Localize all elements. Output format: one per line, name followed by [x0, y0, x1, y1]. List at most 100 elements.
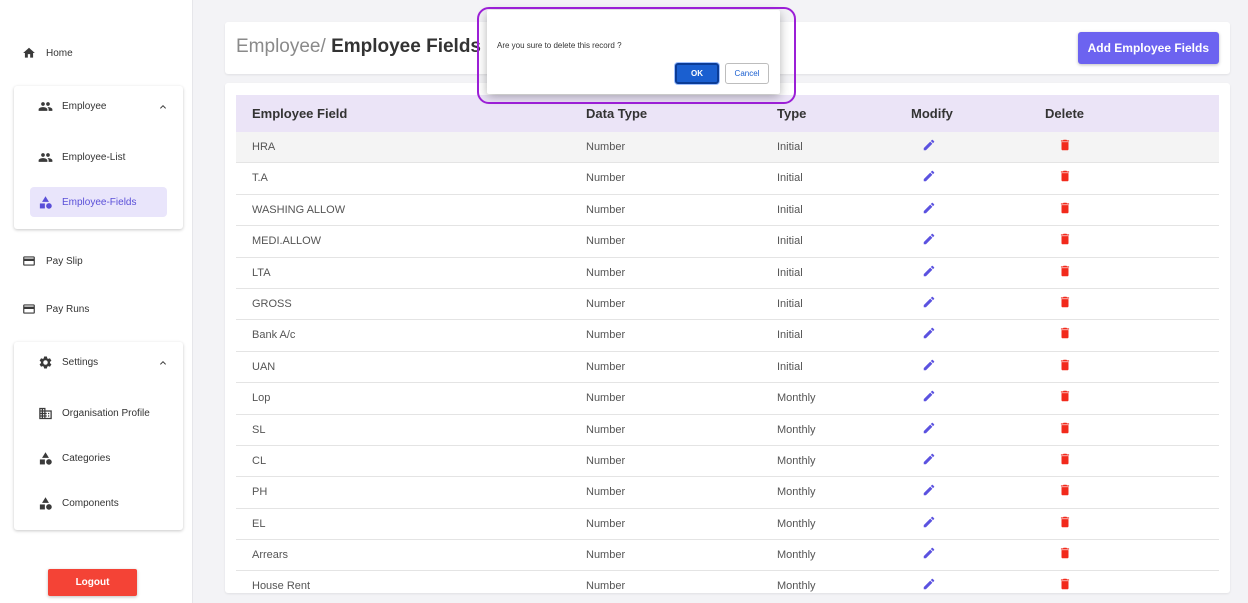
- pencil-icon[interactable]: [922, 201, 938, 217]
- gear-icon: [39, 356, 52, 369]
- table-row: PH Number Monthly: [236, 477, 1219, 509]
- trash-icon[interactable]: [1058, 546, 1074, 562]
- table-row: Bank A/c Number Initial: [236, 320, 1219, 352]
- cell-data-type: Number: [586, 454, 626, 467]
- table-row: CL Number Monthly: [236, 446, 1219, 478]
- pencil-icon[interactable]: [922, 483, 938, 499]
- cell-type: Initial: [777, 235, 803, 248]
- trash-icon[interactable]: [1058, 232, 1074, 248]
- table-row: WASHING ALLOW Number Initial: [236, 195, 1219, 227]
- pencil-icon[interactable]: [922, 389, 938, 405]
- trash-icon[interactable]: [1058, 295, 1074, 311]
- ok-button[interactable]: OK: [675, 63, 719, 84]
- logout-button[interactable]: Logout: [48, 569, 137, 596]
- cell-type: Initial: [777, 141, 803, 153]
- trash-icon[interactable]: [1058, 358, 1074, 374]
- trash-icon[interactable]: [1058, 577, 1074, 593]
- settings-group: Settings Organisation Profile Categories…: [14, 342, 183, 530]
- cell-type: Initial: [777, 203, 803, 216]
- trash-icon[interactable]: [1058, 515, 1074, 531]
- pencil-icon[interactable]: [922, 138, 938, 154]
- trash-icon[interactable]: [1058, 201, 1074, 217]
- sidebar: Home Employee Employee-List Employee-Fie…: [0, 0, 193, 603]
- cell-type: Monthly: [777, 423, 816, 436]
- table-row: House Rent Number Monthly: [236, 571, 1219, 593]
- pencil-icon[interactable]: [922, 546, 938, 562]
- cell-type: Monthly: [777, 517, 816, 530]
- trash-icon[interactable]: [1058, 483, 1074, 499]
- cancel-button[interactable]: Cancel: [725, 63, 769, 84]
- credit-card-icon: [23, 256, 35, 266]
- table-row: T.A Number Initial: [236, 163, 1219, 195]
- add-employee-fields-button[interactable]: Add Employee Fields: [1077, 32, 1219, 64]
- pencil-icon[interactable]: [922, 452, 938, 468]
- credit-card-icon: [23, 304, 35, 314]
- breadcrumb-parent[interactable]: Employee/: [236, 36, 326, 57]
- table-row: Arrears Number Monthly: [236, 540, 1219, 572]
- employee-group-header[interactable]: Employee: [38, 99, 169, 114]
- people-icon: [38, 102, 53, 111]
- pencil-icon[interactable]: [922, 421, 938, 437]
- trash-icon[interactable]: [1058, 452, 1074, 468]
- cell-employee-field: GROSS: [252, 297, 292, 310]
- cell-employee-field: UAN: [252, 360, 276, 373]
- cell-employee-field: SL: [252, 423, 266, 436]
- sidebar-item-employee-list[interactable]: Employee-List: [30, 142, 167, 172]
- cell-data-type: Number: [586, 235, 626, 248]
- cell-type: Monthly: [777, 486, 816, 499]
- cell-employee-field: Arrears: [252, 549, 289, 562]
- pencil-icon[interactable]: [922, 232, 938, 248]
- cell-employee-field: House Rent: [252, 580, 311, 593]
- cell-type: Monthly: [777, 392, 816, 405]
- pencil-icon[interactable]: [922, 515, 938, 531]
- breadcrumb: Employee/ Employee Fields: [236, 36, 481, 58]
- sidebar-item-categories[interactable]: Categories: [30, 443, 167, 473]
- settings-group-label: Settings: [62, 357, 99, 368]
- sidebar-item-label: Categories: [62, 452, 111, 464]
- pencil-icon[interactable]: [922, 577, 938, 593]
- cell-data-type: Number: [586, 172, 626, 185]
- sidebar-item-organisation-profile[interactable]: Organisation Profile: [30, 398, 167, 428]
- pencil-icon[interactable]: [922, 295, 938, 311]
- chevron-up-icon: [160, 360, 166, 365]
- pencil-icon[interactable]: [922, 326, 938, 342]
- table-row: SL Number Monthly: [236, 415, 1219, 446]
- trash-icon[interactable]: [1058, 389, 1074, 405]
- nav-pay-runs[interactable]: Pay Runs: [22, 302, 89, 316]
- cell-type: Initial: [777, 329, 803, 342]
- nav-home[interactable]: Home: [22, 46, 73, 60]
- cell-type: Monthly: [777, 580, 816, 593]
- table-row: Lop Number Monthly: [236, 383, 1219, 415]
- trash-icon[interactable]: [1058, 169, 1074, 185]
- trash-icon[interactable]: [1058, 138, 1074, 154]
- table-row: HRA Number Initial: [236, 132, 1219, 164]
- sidebar-item-label: Organisation Profile: [62, 407, 150, 419]
- building-icon: [39, 407, 52, 419]
- column-header-data-type: Data Type: [586, 106, 648, 121]
- nav-pay-slip-label: Pay Slip: [46, 255, 83, 267]
- trash-icon[interactable]: [1058, 421, 1074, 437]
- pencil-icon[interactable]: [922, 264, 938, 280]
- table-row: MEDI.ALLOW Number Initial: [236, 226, 1219, 258]
- trash-icon[interactable]: [1058, 326, 1074, 342]
- sidebar-item-employee-fields[interactable]: Employee-Fields: [30, 187, 167, 217]
- people-icon: [38, 152, 53, 162]
- sidebar-item-label: Employee-Fields: [62, 196, 137, 208]
- pencil-icon[interactable]: [922, 358, 938, 374]
- table-row: LTA Number Initial: [236, 258, 1219, 289]
- cell-employee-field: T.A: [252, 172, 268, 185]
- confirm-delete-dialog: Are you sure to delete this record ? OK …: [487, 10, 780, 94]
- pencil-icon[interactable]: [922, 169, 938, 185]
- cell-employee-field: PH: [252, 486, 268, 499]
- cell-data-type: Number: [586, 141, 626, 153]
- nav-pay-runs-label: Pay Runs: [46, 303, 90, 315]
- sidebar-item-label: Components: [62, 497, 119, 509]
- settings-group-header[interactable]: Settings: [38, 355, 169, 370]
- trash-icon[interactable]: [1058, 264, 1074, 280]
- nav-pay-slip[interactable]: Pay Slip: [22, 254, 83, 268]
- cell-data-type: Number: [586, 297, 626, 310]
- sidebar-item-components[interactable]: Components: [30, 488, 167, 518]
- employee-group: Employee Employee-List Employee-Fields: [14, 86, 183, 229]
- employee-fields-table: Employee Field Data Type Type Modify Del…: [225, 83, 1230, 593]
- nav-home-label: Home: [46, 47, 73, 59]
